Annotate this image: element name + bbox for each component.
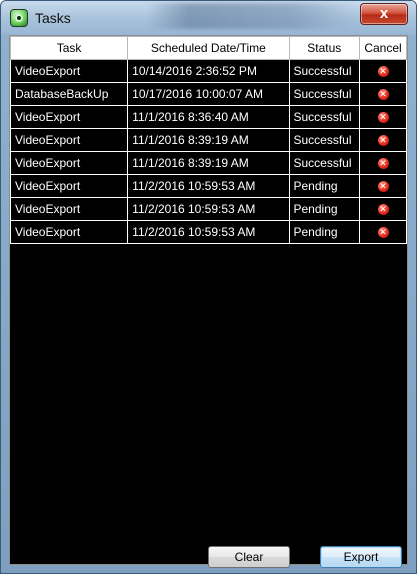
column-header-cancel[interactable]: Cancel [359,36,407,60]
cancel-x-icon[interactable]: ✕ [377,227,389,239]
table-row[interactable]: DatabaseBackUp 10/17/2016 10:00:07 AM Su… [9,82,407,106]
cancel-x-icon[interactable]: ✕ [377,181,389,193]
task-cell: VideoExport [9,220,129,244]
title-bar[interactable]: Tasks x [1,1,416,35]
title-bar-blur [147,3,357,29]
table-row[interactable]: VideoExport 11/1/2016 8:39:19 AM Success… [9,151,407,175]
table-row[interactable]: VideoExport 10/14/2016 2:36:52 PM Succes… [9,59,407,83]
column-header-task[interactable]: Task [9,36,129,60]
task-cell: VideoExport [9,197,129,221]
column-header-scheduled[interactable]: Scheduled Date/Time [127,36,290,60]
cancel-x-icon[interactable]: ✕ [377,66,389,78]
status-cell: Pending [288,174,361,198]
table-row[interactable]: VideoExport 11/1/2016 8:36:40 AM Success… [9,105,407,129]
datetime-cell: 11/2/2016 10:59:53 AM [127,174,290,198]
cancel-x-icon[interactable]: ✕ [377,158,389,170]
cancel-cell: ✕ [359,151,407,175]
cancel-x-icon[interactable]: ✕ [377,89,389,101]
tasks-table: Task Scheduled Date/Time Status Cancel V… [9,36,407,244]
cancel-x-icon[interactable]: ✕ [377,112,389,124]
datetime-cell: 11/2/2016 10:59:53 AM [127,220,290,244]
task-cell: VideoExport [9,105,129,129]
status-cell: Successful [288,59,361,83]
cancel-cell: ✕ [359,82,407,106]
datetime-cell: 11/1/2016 8:39:19 AM [127,151,290,175]
table-row[interactable]: VideoExport 11/2/2016 10:59:53 AM Pendin… [9,197,407,221]
status-cell: Successful [288,82,361,106]
datetime-cell: 11/2/2016 10:59:53 AM [127,197,290,221]
table-row[interactable]: VideoExport 11/1/2016 8:39:19 AM Success… [9,128,407,152]
table-row[interactable]: VideoExport 11/2/2016 10:59:53 AM Pendin… [9,174,407,198]
datetime-cell: 11/1/2016 8:39:19 AM [127,128,290,152]
cancel-x-icon[interactable]: ✕ [377,135,389,147]
cancel-cell: ✕ [359,197,407,221]
status-cell: Pending [288,220,361,244]
status-cell: Successful [288,151,361,175]
clear-button[interactable]: Clear [208,546,290,568]
task-cell: VideoExport [9,59,129,83]
status-cell: Pending [288,197,361,221]
app-logo-icon [11,10,27,26]
status-cell: Successful [288,105,361,129]
datetime-cell: 11/1/2016 8:36:40 AM [127,105,290,129]
status-cell: Successful [288,128,361,152]
cancel-cell: ✕ [359,128,407,152]
tasks-panel: Task Scheduled Date/Time Status Cancel V… [9,35,408,568]
cancel-cell: ✕ [359,220,407,244]
cancel-cell: ✕ [359,174,407,198]
task-cell: VideoExport [9,151,129,175]
cancel-x-icon[interactable]: ✕ [377,204,389,216]
cancel-cell: ✕ [359,105,407,129]
datetime-cell: 10/17/2016 10:00:07 AM [127,82,290,106]
column-header-status[interactable]: Status [288,36,361,60]
cancel-cell: ✕ [359,59,407,83]
datetime-cell: 10/14/2016 2:36:52 PM [127,59,290,83]
task-cell: VideoExport [9,128,129,152]
tasks-window: Tasks x Task Scheduled Date/Time Status … [0,0,417,574]
close-button[interactable]: x [360,3,408,25]
table-header-row: Task Scheduled Date/Time Status Cancel [9,36,407,60]
table-row[interactable]: VideoExport 11/2/2016 10:59:53 AM Pendin… [9,220,407,244]
window-title: Tasks [35,10,71,26]
task-cell: DatabaseBackUp [9,82,129,106]
task-cell: VideoExport [9,174,129,198]
export-button[interactable]: Export [320,546,402,568]
